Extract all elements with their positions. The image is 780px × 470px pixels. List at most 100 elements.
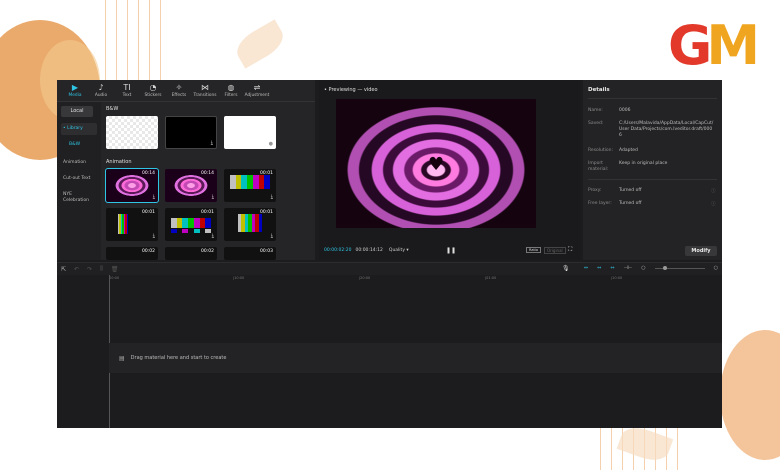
select-cursor-icon[interactable]: ⇱ (61, 266, 66, 273)
download-icon: ⤓ (152, 233, 155, 239)
redo-icon[interactable]: ↷ (87, 266, 92, 273)
decor-circle (720, 330, 780, 460)
detail-value: C:/Users/Malavida/AppData/Local/CapCut/U… (619, 121, 714, 138)
zoom-in-icon[interactable]: ○ (714, 265, 718, 271)
drop-text: Drag material here and start to create (130, 355, 227, 361)
detail-row-saved: Saved: C:/Users/Malavida/AppData/Local/C… (588, 121, 714, 139)
current-time: 00:00:02:20 (324, 247, 352, 253)
decor-stripes (95, 0, 165, 90)
timeline-right-tools: ⇔ ⇔ ⇔ ⊣⊢ ○ ○ (584, 265, 718, 271)
media-thumb[interactable]: 00:02 (106, 247, 158, 260)
download-icon: ⤓ (152, 141, 155, 147)
tab-adjustment[interactable]: ⇌ Adjustment (244, 80, 270, 101)
detail-value: 0006 (619, 108, 631, 113)
zoom-slider[interactable] (654, 265, 705, 270)
detail-row-free-layer: Free layer: Turned off (588, 201, 714, 207)
tab-label: Effects (171, 93, 187, 98)
microphone-icon[interactable]: 🎙 (562, 265, 570, 272)
adjustment-icon: ⇌ (253, 83, 261, 92)
color-bars (118, 214, 128, 234)
preview-axis-icon[interactable]: ⊣⊢ (624, 265, 633, 271)
sidebar-item-bw[interactable]: B&W (61, 139, 97, 151)
clip-duration: 00:01 (201, 210, 214, 215)
undo-icon[interactable]: ↶ (74, 266, 79, 273)
ratio-button[interactable]: Ratio (526, 247, 541, 253)
modify-button[interactable]: Modify (685, 246, 717, 256)
main-track-magnet-icon[interactable]: ⇔ (584, 265, 588, 271)
media-thumb[interactable]: ⤓ (106, 116, 158, 149)
section-label-bw: B&W (106, 106, 119, 112)
tab-label: Stickers (144, 93, 162, 98)
download-icon: ⤓ (270, 233, 273, 239)
media-thumb[interactable]: 00:01 ⤓ (165, 208, 217, 241)
preview-controls: 00:00:02:20 00:00:14:12 Quality ▾ ❚❚ Rat… (324, 245, 575, 255)
text-icon: TI (123, 83, 131, 92)
preview-video[interactable]: ♥ (336, 99, 536, 228)
detail-row-import: Import material: Keep in original place (588, 161, 714, 173)
media-thumb[interactable]: 00:14 ⤓ (165, 169, 217, 202)
local-button[interactable]: Local (61, 106, 93, 117)
download-icon: ⤓ (211, 194, 214, 200)
color-bars (171, 218, 212, 228)
zoom-out-icon[interactable]: ○ (641, 265, 645, 271)
media-thumb[interactable]: ⤓ (165, 116, 217, 149)
clip-duration: 00:02 (201, 249, 214, 254)
ruler-tick: |10:00 (611, 276, 623, 280)
drop-zone[interactable]: ▤ Drag material here and start to create (109, 343, 722, 373)
tab-filters[interactable]: ◍ Filters (219, 80, 243, 101)
download-icon: ⤓ (152, 194, 155, 200)
detail-value: Keep in original place (619, 161, 668, 166)
media-thumb[interactable]: ● (224, 116, 276, 149)
media-thumb[interactable]: 00:01 ⤓ (224, 169, 276, 202)
tab-stickers[interactable]: ◔ Stickers (141, 80, 165, 101)
details-panel: Details Name: 0006 Saved: C:/Users/Malav… (583, 80, 722, 260)
decor-leaf (231, 19, 289, 69)
gm-logo: GM (668, 14, 760, 77)
tab-text[interactable]: TI Text (115, 80, 139, 101)
detail-row-name: Name: 0006 (588, 108, 714, 114)
ruler-tick: 00:00 (109, 276, 120, 280)
sidebar-item-animation[interactable]: Animation (61, 157, 97, 169)
quality-dropdown[interactable]: Quality ▾ (389, 248, 409, 253)
tab-label: Transitions (193, 93, 217, 98)
tab-effects[interactable]: ✧ Effects (167, 80, 191, 101)
tab-audio[interactable]: ♪ Audio (89, 80, 113, 101)
tab-label: Audio (94, 93, 108, 98)
original-button[interactable]: Original (544, 246, 566, 254)
ruler-tick: |01:00 (485, 276, 497, 280)
download-icon: ⤓ (210, 140, 213, 146)
clip-duration: 00:03 (260, 249, 273, 254)
timeline-ruler: 00:00 |10:00 |20:00 |01:00 |10:00 (107, 275, 722, 283)
detail-key: Saved: (588, 121, 604, 126)
divider (588, 179, 717, 180)
sidebar-item-library[interactable]: • Library (61, 123, 97, 135)
transitions-icon: ⋈ (201, 83, 209, 92)
info-icon[interactable]: ⓘ (711, 201, 716, 207)
timeline-panel: ⇱ ↶ ↷ ⫼ 🗑 🎙 ⇔ ⇔ ⇔ ⊣⊢ ○ ○ 00:00 |10:00 |2… (57, 262, 722, 428)
auto-snap-icon[interactable]: ⇔ (597, 265, 601, 271)
linkage-icon[interactable]: ⇔ (610, 265, 614, 271)
sidebar-item-nye-celebration[interactable]: NYE Celebration (61, 189, 97, 207)
media-panel: ▶ Media ♪ Audio TI Text ◔ Stickers ✧ Eff… (57, 80, 315, 260)
ruler-tick: |10:00 (233, 276, 245, 280)
detail-row-proxy: Proxy: Turned off (588, 188, 714, 194)
media-thumb[interactable]: 00:01 ⤓ (224, 208, 276, 241)
detail-key: Proxy: (588, 188, 602, 193)
color-bars (230, 175, 271, 189)
sidebar-item-cutout-text[interactable]: Cut-out Text (61, 173, 97, 185)
media-thumb[interactable]: 00:03 (224, 247, 276, 260)
delete-icon[interactable]: 🗑 (111, 266, 119, 273)
media-thumb[interactable]: 00:14 ⤓ (105, 168, 159, 203)
detail-key: Resolution: (588, 148, 614, 153)
pause-icon[interactable]: ❚❚ (446, 247, 456, 254)
fullscreen-icon[interactable]: ⛶ (568, 246, 572, 254)
clip-duration: 00:01 (142, 210, 155, 215)
split-icon[interactable]: ⫼ (100, 265, 103, 273)
tab-label: Adjustment (244, 93, 270, 98)
info-icon[interactable]: ⓘ (711, 188, 716, 194)
media-sidebar: Local • Library B&W Animation Cut-out Te… (57, 102, 101, 260)
media-thumb[interactable]: 00:02 (165, 247, 217, 260)
media-thumb[interactable]: 00:01 ⤓ (106, 208, 158, 241)
tab-transitions[interactable]: ⋈ Transitions (193, 80, 217, 101)
tab-media[interactable]: ▶ Media (63, 80, 87, 101)
